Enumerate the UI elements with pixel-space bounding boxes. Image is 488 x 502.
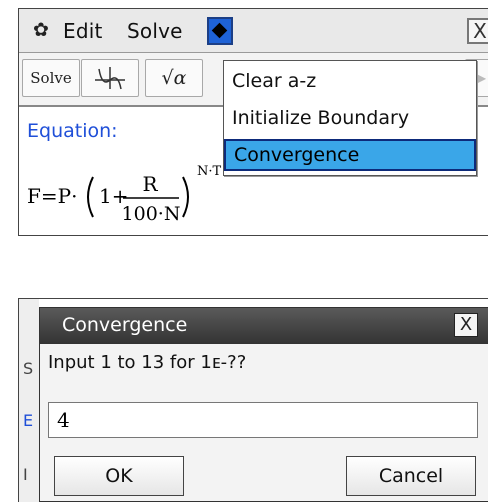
menu-bar: ✿ Edit Solve X bbox=[19, 9, 488, 53]
cancel-button[interactable]: Cancel bbox=[346, 456, 476, 496]
gear-icon[interactable]: ✿ bbox=[33, 20, 49, 40]
dropdown-menu: Clear a-z Initialize Boundary Convergenc… bbox=[223, 60, 477, 176]
dialog-title: Convergence bbox=[62, 314, 188, 336]
background-fragment: I bbox=[23, 465, 28, 484]
ok-button[interactable]: OK bbox=[54, 456, 184, 496]
left-paren bbox=[87, 176, 94, 218]
sqrt-alpha-button[interactable]: √α bbox=[145, 59, 203, 97]
menu-item-convergence[interactable]: Convergence bbox=[224, 139, 476, 171]
dialog-close-button[interactable]: X bbox=[454, 313, 478, 337]
diamond-menu-button[interactable] bbox=[207, 17, 233, 45]
dialog-title-bar: Convergence X bbox=[40, 308, 488, 344]
formula-numerator: R bbox=[142, 172, 158, 196]
solve-button[interactable]: Solve bbox=[22, 59, 80, 97]
solver-screen: ✿ Edit Solve X Solve √α ▶ Equation: F=P·… bbox=[18, 8, 488, 236]
menu-item-clear-a-z[interactable]: Clear a-z bbox=[224, 65, 476, 97]
background-fragment: S bbox=[23, 359, 34, 378]
menu-edit[interactable]: Edit bbox=[63, 19, 103, 43]
equation-label: Equation: bbox=[27, 120, 118, 142]
formula-lhs: F=P· bbox=[27, 184, 77, 208]
menu-item-initialize-boundary[interactable]: Initialize Boundary bbox=[224, 102, 476, 134]
convergence-screen: S E I Convergence X Input 1 to 13 for 1ᴇ… bbox=[18, 298, 488, 502]
dialog-prompt: Input 1 to 13 for 1ᴇ-?? bbox=[48, 352, 247, 373]
graph-button[interactable] bbox=[81, 59, 139, 97]
graph-icon bbox=[95, 67, 125, 90]
formula-denominator: 100·N bbox=[122, 203, 181, 225]
formula-exponent: N·T bbox=[197, 164, 222, 179]
close-button[interactable]: X bbox=[467, 18, 488, 44]
background-fragment: E bbox=[23, 411, 34, 430]
convergence-input[interactable]: 4 bbox=[48, 402, 478, 438]
right-paren bbox=[182, 176, 189, 218]
diamond-icon bbox=[211, 22, 228, 39]
convergence-dialog: Convergence X Input 1 to 13 for 1ᴇ-?? 4 … bbox=[39, 307, 488, 502]
background-app-edge bbox=[19, 299, 39, 502]
menu-solve[interactable]: Solve bbox=[127, 19, 183, 43]
